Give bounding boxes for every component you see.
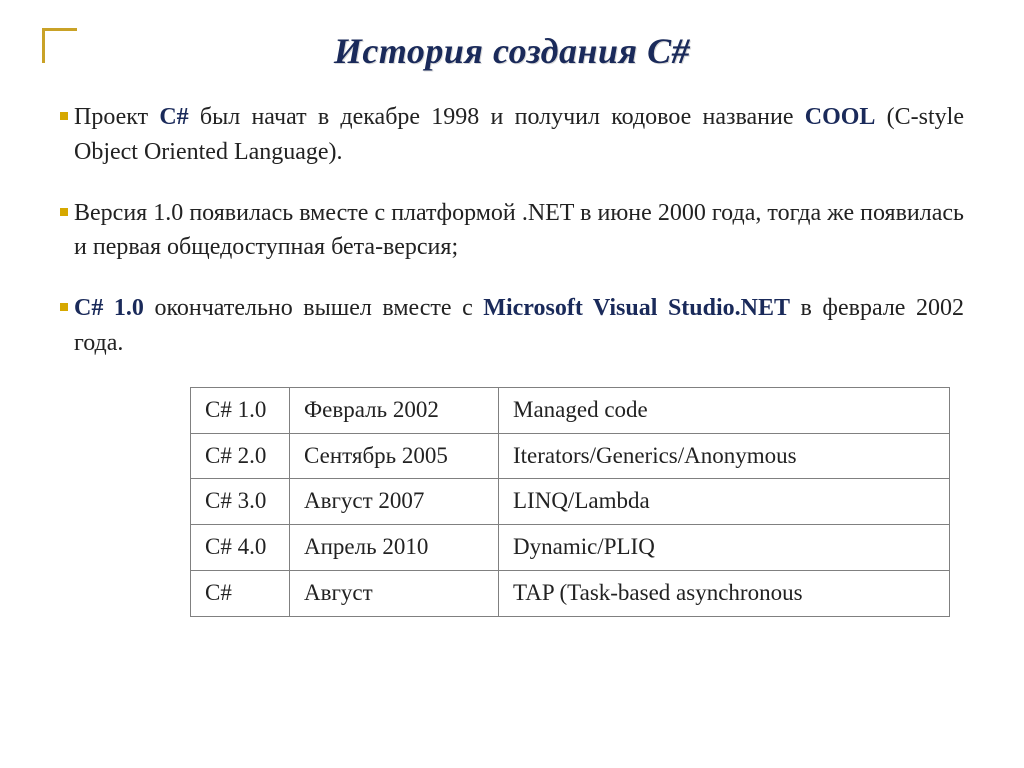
corner-ornament — [42, 28, 77, 63]
bullet-3-em2: Microsoft Visual Studio.NET — [483, 295, 790, 321]
versions-table-wrap: C# 1.0 Февраль 2002 Managed code C# 2.0 … — [190, 387, 950, 617]
cell-feat: Dynamic/PLIQ — [499, 525, 950, 571]
cell-date: Сентябрь 2005 — [290, 433, 499, 479]
bullet-1-mid: был начат в декабре 1998 и получил кодов… — [189, 104, 805, 130]
cell-feat: Managed code — [499, 387, 950, 433]
table-row: C# 2.0 Сентябрь 2005 Iterators/Generics/… — [191, 433, 950, 479]
table-row: C# 3.0 Август 2007 LINQ/Lambda — [191, 479, 950, 525]
cell-ver: C# 3.0 — [191, 479, 290, 525]
bullet-1-em2: COOL — [805, 104, 876, 130]
bullet-1-pre: Проект — [74, 104, 159, 130]
bullet-3: C# 1.0 окончательно вышел вместе с Micro… — [60, 291, 964, 361]
table-row: C# Август TAP (Task-based asynchronous — [191, 570, 950, 616]
cell-date: Август — [290, 570, 499, 616]
cell-ver: C# 4.0 — [191, 525, 290, 571]
bullet-2: Версия 1.0 появилась вместе с платформой… — [60, 196, 964, 266]
cell-ver: C# 2.0 — [191, 433, 290, 479]
slide-title: История создания C# — [0, 0, 1024, 72]
cell-feat: LINQ/Lambda — [499, 479, 950, 525]
cell-date: Апрель 2010 — [290, 525, 499, 571]
cell-ver: C# — [191, 570, 290, 616]
cell-date: Февраль 2002 — [290, 387, 499, 433]
slide: История создания C# Проект C# был начат … — [0, 0, 1024, 768]
bullet-2-full: Версия 1.0 появилась вместе с платформой… — [74, 200, 964, 261]
bullet-1-em1: C# — [159, 104, 188, 130]
cell-feat: Iterators/Generics/Anonymous — [499, 433, 950, 479]
bullet-3-mid: окончательно вышел вместе с — [144, 295, 483, 321]
cell-ver: C# 1.0 — [191, 387, 290, 433]
cell-date: Август 2007 — [290, 479, 499, 525]
bullet-3-em1: C# 1.0 — [74, 295, 144, 321]
content-area: Проект C# был начат в декабре 1998 и пол… — [0, 72, 1024, 617]
bullet-1: Проект C# был начат в декабре 1998 и пол… — [60, 100, 964, 170]
table-row: C# 4.0 Апрель 2010 Dynamic/PLIQ — [191, 525, 950, 571]
cell-feat: TAP (Task-based asynchronous — [499, 570, 950, 616]
versions-table: C# 1.0 Февраль 2002 Managed code C# 2.0 … — [190, 387, 950, 617]
table-row: C# 1.0 Февраль 2002 Managed code — [191, 387, 950, 433]
